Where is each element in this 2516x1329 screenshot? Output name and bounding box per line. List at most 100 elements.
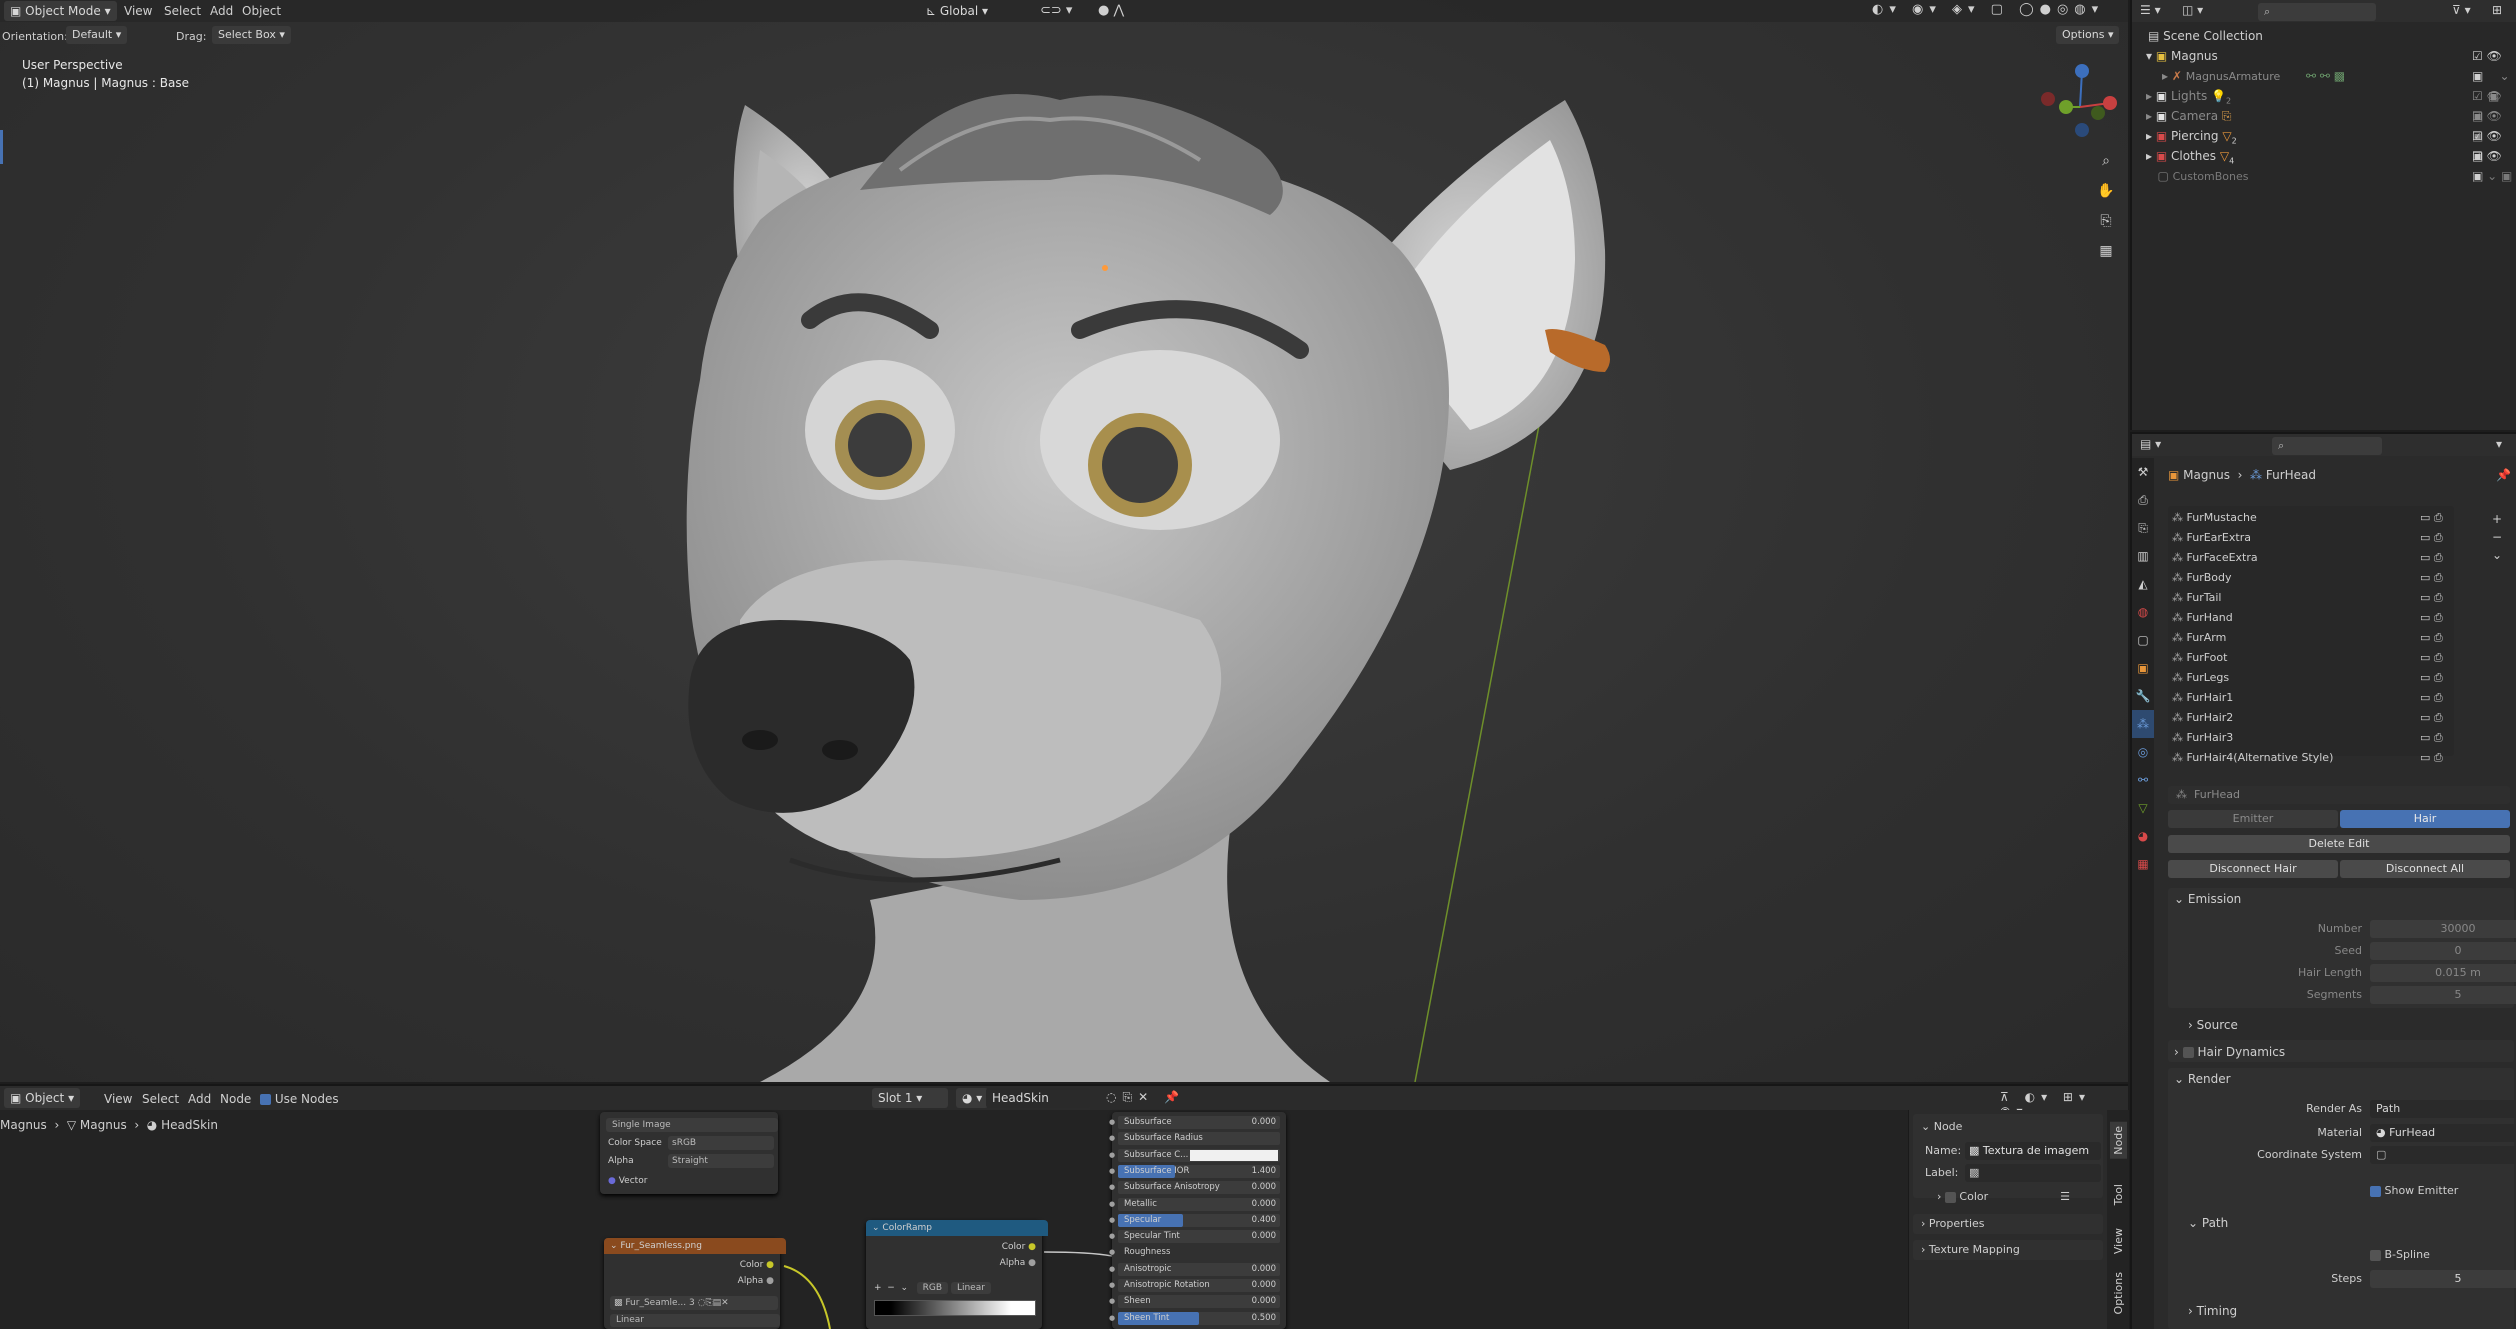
bspline-row[interactable]: B-Spline: [2370, 1248, 2430, 1261]
bsdf-input-row[interactable]: ● Anisotropic Rotation 0.000: [1109, 1279, 1280, 1292]
show-emitter-row[interactable]: Show Emitter: [2370, 1184, 2458, 1197]
emission-panel-header[interactable]: ⌄ Emission: [2174, 892, 2241, 906]
display-mode-icon[interactable]: ◫ ▾: [2182, 3, 2203, 17]
disconnect-all-button[interactable]: Disconnect All: [2340, 860, 2510, 878]
properties-search-input[interactable]: ⌕: [2272, 437, 2382, 455]
socket-icon[interactable]: ●: [1109, 1230, 1115, 1243]
particle-list-item[interactable]: ⁂ FurFaceExtra ▭ ⎙: [2172, 548, 2452, 568]
zoom-icon[interactable]: ⌕: [2094, 146, 2118, 176]
properties-tabs[interactable]: ⚒ ⎙ ⎘ ▥ ◭ ◍ ▢ ▣ 🔧 ⁂ ◎ ⚯ ▽ ◕ ▦: [2132, 458, 2154, 1329]
world-tab-icon[interactable]: ◍: [2132, 598, 2154, 626]
colorramp-header[interactable]: ⌄ ColorRamp: [866, 1220, 1048, 1236]
physics-tab-icon[interactable]: ◎: [2132, 738, 2154, 766]
hair-dynamics-header[interactable]: › Hair Dynamics: [2174, 1045, 2285, 1059]
particle-visibility-icons[interactable]: ▭ ⎙: [2420, 668, 2443, 688]
socket-icon[interactable]: ●: [1109, 1116, 1115, 1129]
type-emitter-button[interactable]: Emitter: [2168, 810, 2338, 828]
path-subpanel-header[interactable]: ⌄ Path: [2188, 1216, 2228, 1230]
navigation-gizmo[interactable]: [2030, 55, 2128, 155]
hair-length-field[interactable]: 0.015 m: [2370, 964, 2516, 982]
tab-options[interactable]: Options: [2110, 1268, 2127, 1318]
socket-icon[interactable]: ●: [1109, 1149, 1115, 1162]
texture-tab-icon[interactable]: ▦: [2132, 850, 2154, 878]
tool-tab-icon[interactable]: ⚒: [2132, 458, 2154, 486]
image-actions-icons[interactable]: ◌⎘▤✕: [698, 1298, 729, 1308]
pan-hand-icon[interactable]: ✋: [2094, 176, 2118, 206]
material-dropdown[interactable]: ◕ FurHead⌄: [2370, 1124, 2516, 1142]
bsdf-input-row[interactable]: ● Anisotropic 0.000: [1109, 1262, 1280, 1276]
particle-list-item[interactable]: ⁂ FurHair2 ▭ ⎙: [2172, 708, 2452, 728]
socket-icon[interactable]: ●: [766, 1276, 774, 1286]
modifier-tab-icon[interactable]: 🔧: [2132, 682, 2154, 710]
hair-dynamics-checkbox[interactable]: [2182, 1047, 2194, 1058]
coordinate-system-field[interactable]: ▢✎: [2370, 1146, 2516, 1164]
alpha-mode-dropdown[interactable]: Straight: [668, 1154, 774, 1168]
pin-icon[interactable]: 📌: [2496, 468, 2511, 482]
sidebar-tabs[interactable]: Node Tool View Options: [2107, 1110, 2129, 1329]
particle-settings-field[interactable]: ⁂ FurHead: [2168, 786, 2510, 804]
socket-icon[interactable]: ●: [1109, 1246, 1115, 1259]
segments-field[interactable]: 5: [2370, 986, 2516, 1004]
constraints-tab-icon[interactable]: ⚯: [2132, 766, 2154, 794]
list-icon[interactable]: ☰: [2060, 1190, 2070, 1203]
socket-icon[interactable]: ●: [1109, 1214, 1115, 1227]
bsdf-input-row[interactable]: ● Roughness: [1109, 1246, 1280, 1259]
collapse-icon[interactable]: ⌄: [610, 1241, 620, 1251]
bsdf-input-row[interactable]: ● Metallic 0.000: [1109, 1197, 1280, 1211]
particle-visibility-icons[interactable]: ▭ ⎙: [2420, 608, 2443, 628]
outliner-search-input[interactable]: ⌕: [2258, 3, 2376, 21]
ramp-gradient[interactable]: [874, 1300, 1036, 1316]
expand-arrow-icon[interactable]: ▸: [2146, 149, 2156, 163]
socket-icon[interactable]: ●: [1109, 1279, 1115, 1292]
particle-visibility-icons[interactable]: ▭ ⎙: [2420, 728, 2443, 748]
visibility-controls[interactable]: ▢ ⌄ ▣: [2472, 166, 2512, 186]
expand-arrow-icon[interactable]: ▾: [2146, 49, 2156, 63]
collection-tab-icon[interactable]: ▢: [2132, 626, 2154, 654]
bsdf-input-row[interactable]: ● Subsurface IOR 1.400: [1109, 1164, 1280, 1178]
render-tab-icon[interactable]: ⎙: [2132, 486, 2154, 514]
ramp-mode-dropdown[interactable]: RGB: [916, 1282, 949, 1294]
expand-arrow-icon[interactable]: ▸: [2146, 89, 2156, 103]
particle-list-item[interactable]: ⁂ FurFoot ▭ ⎙: [2172, 648, 2452, 668]
outliner-item-custombones[interactable]: ▢ CustomBones ▢ ⌄ ▣: [2146, 166, 2516, 186]
texture-mapping-header[interactable]: › Texture Mapping: [1921, 1243, 2020, 1256]
particle-list-item[interactable]: ⁂ FurLegs ▭ ⎙: [2172, 668, 2452, 688]
socket-icon[interactable]: ●: [1109, 1312, 1115, 1325]
node-label-field[interactable]: ▩: [1965, 1164, 2101, 1182]
viewport-nav-buttons[interactable]: ⌕ ✋ ⎘ ▦: [2094, 146, 2118, 266]
new-collection-icon[interactable]: ⊞: [2492, 3, 2502, 17]
fur-interpolation-dropdown[interactable]: Linear: [610, 1314, 780, 1327]
grid-icon[interactable]: ▦: [2094, 236, 2118, 266]
properties-editor-icon[interactable]: ▤ ▾: [2140, 437, 2161, 451]
node-name-field[interactable]: ▩ Textura de imagem: [1965, 1142, 2101, 1160]
projection-dropdown[interactable]: Single Image: [606, 1118, 778, 1132]
number-field[interactable]: 30000: [2370, 920, 2516, 938]
expand-arrow-icon[interactable]: ▸: [2146, 109, 2156, 123]
particle-visibility-icons[interactable]: ▭ ⎙: [2420, 748, 2443, 768]
remove-slot-icon[interactable]: −: [2492, 528, 2502, 546]
socket-icon[interactable]: ●: [1028, 1258, 1036, 1268]
scene-tab-icon[interactable]: ◭: [2132, 570, 2154, 598]
ramp-interp-dropdown[interactable]: Linear: [950, 1282, 991, 1294]
expand-arrow-icon[interactable]: ▸: [2162, 69, 2172, 83]
outliner-editor-icon[interactable]: ☰ ▾: [2140, 3, 2161, 17]
particle-visibility-icons[interactable]: ▭ ⎙: [2420, 708, 2443, 728]
color-subpanel[interactable]: › Color ☰: [1937, 1190, 2070, 1203]
outliner[interactable]: ☰ ▾ ◫ ▾ ⌕ ⊽ ▾ ⊞ ▤ Scene Collection ▾ ▣ M…: [2130, 0, 2516, 430]
bsdf-input-row[interactable]: ● Sheen 0.000: [1109, 1295, 1280, 1309]
camera-icon[interactable]: ⎘: [2094, 206, 2118, 236]
ramp-controls[interactable]: + − ⌄ RGB Linear: [874, 1282, 991, 1294]
outliner-item-magnusarmature[interactable]: ▸ ✗ MagnusArmature ⚯ ⚯ ▩ ⌄ ▣: [2162, 66, 2516, 103]
properties-panel-header[interactable]: › Properties: [1921, 1217, 1985, 1230]
show-emitter-checkbox[interactable]: [2370, 1185, 2381, 1197]
data-tab-icon[interactable]: ▽: [2132, 794, 2154, 822]
particle-visibility-icons[interactable]: ▭ ⎙: [2420, 528, 2443, 548]
fur-image-texture-node[interactable]: ⌄ Fur_Seamless.png Color ● Alpha ● ▩ Fur…: [604, 1238, 786, 1329]
principled-bsdf-node[interactable]: ● Subsurface 0.000 ● Subsurface Radius ● Subsu…: [1109, 1112, 1286, 1329]
particle-list-item[interactable]: ⁂ FurMustache ▭ ⎙: [2172, 508, 2452, 528]
bsdf-input-row[interactable]: ● Specular 0.400: [1109, 1213, 1280, 1227]
bspline-checkbox[interactable]: [2370, 1249, 2381, 1261]
seed-field[interactable]: 0: [2370, 942, 2516, 960]
node-sidebar[interactable]: ⌄ Node Name: ▩ Textura de imagem Label: …: [1908, 1110, 2129, 1329]
scene-collection-row[interactable]: ▤ Scene Collection: [2148, 26, 2263, 46]
